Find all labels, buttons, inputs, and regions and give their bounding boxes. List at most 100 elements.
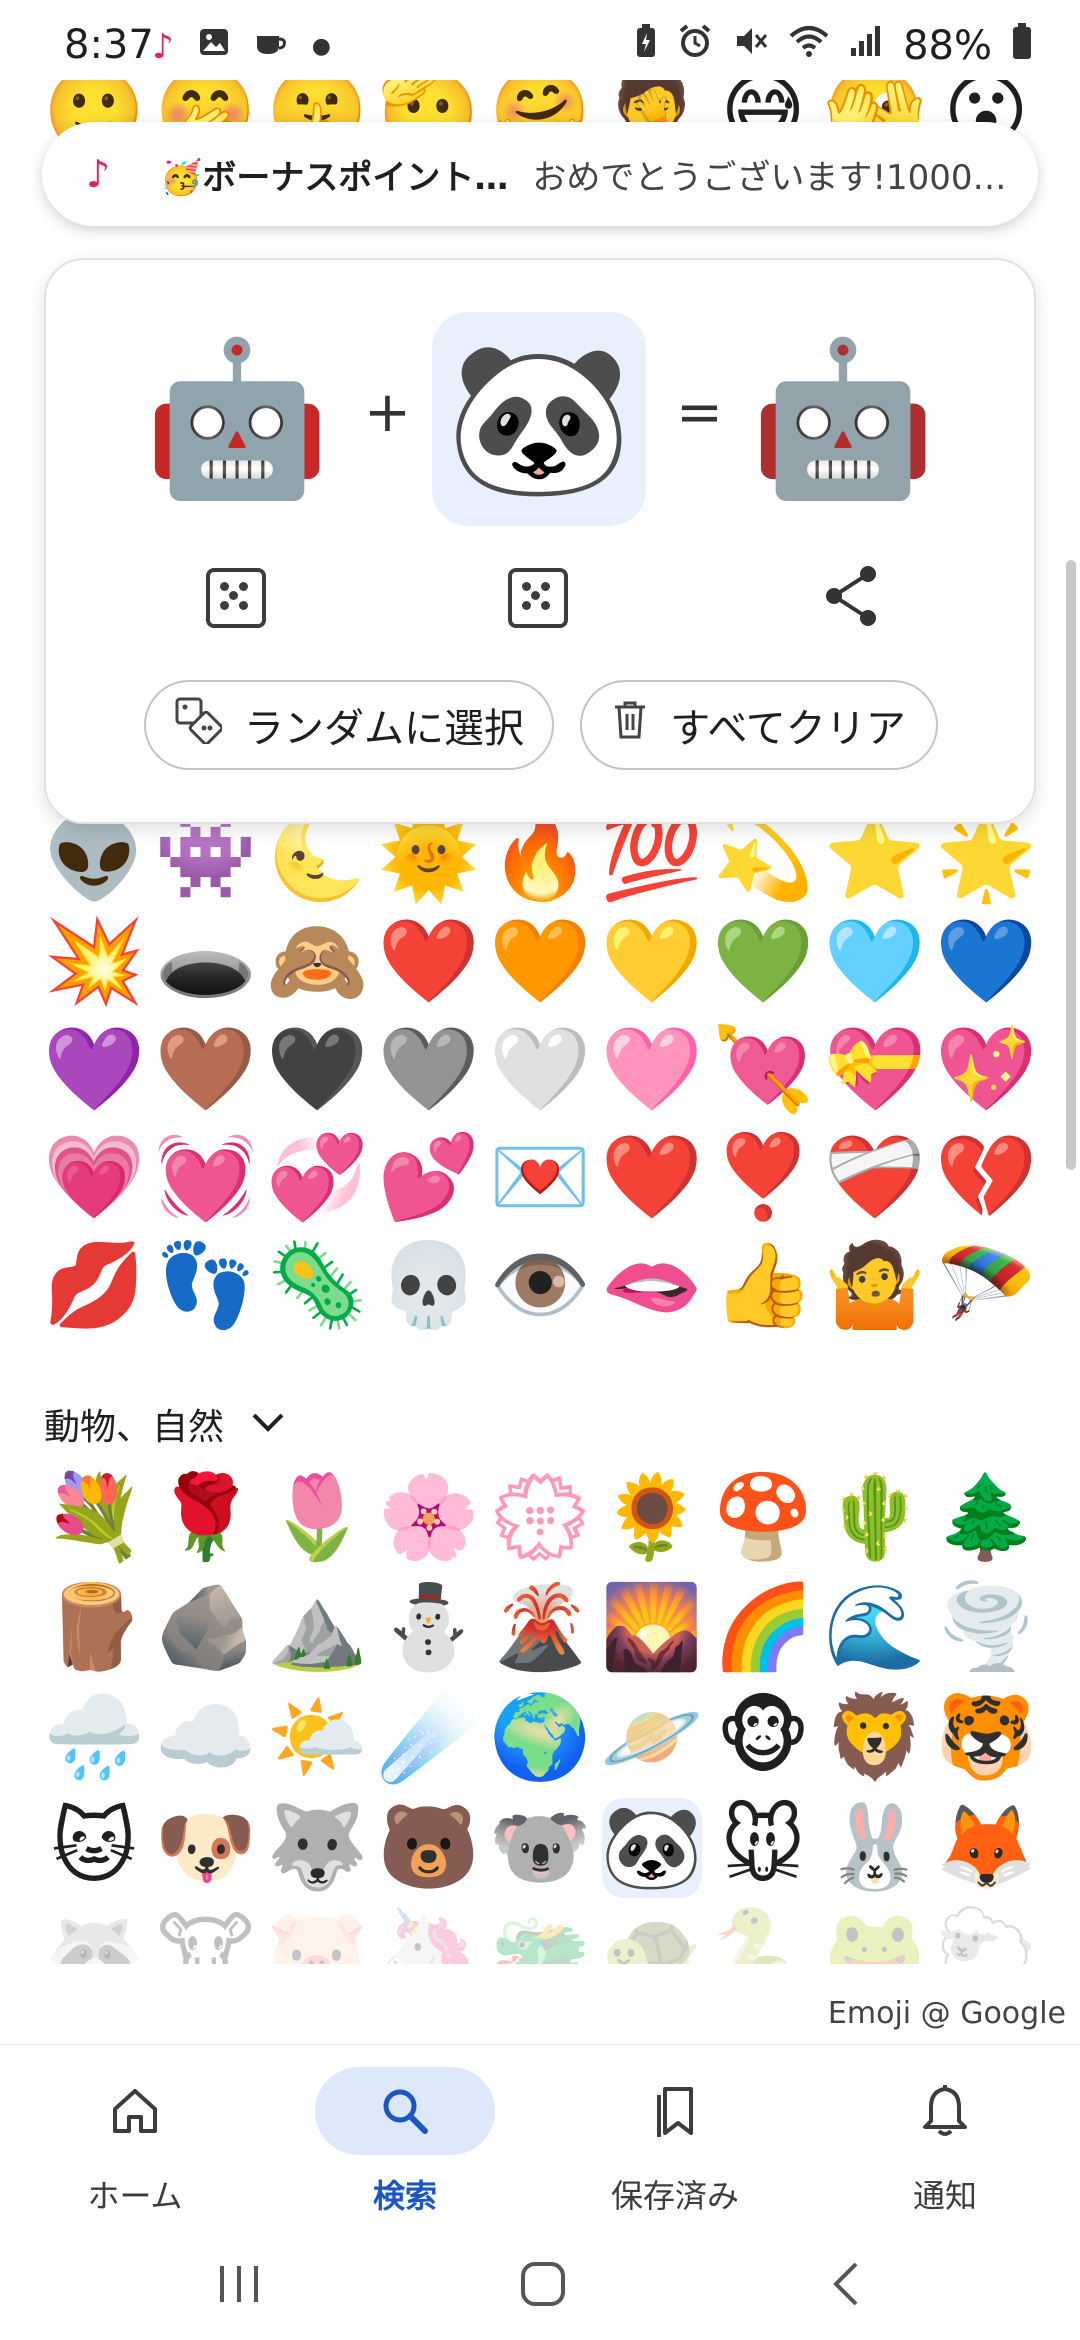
emoji-cell[interactable]: 💜 [43, 1020, 145, 1120]
emoji-cell[interactable]: 🫦 [600, 1236, 702, 1336]
emoji-cell[interactable]: ☁️ [154, 1688, 256, 1788]
emoji-cell[interactable]: 🐲 [489, 1902, 591, 1965]
emoji-cell[interactable]: 💘 [712, 1020, 814, 1120]
emoji-cell[interactable]: 🕳️ [154, 912, 256, 1012]
emoji-cell[interactable]: ☄️ [377, 1688, 479, 1788]
nav-search[interactable]: 検索 [305, 2067, 505, 2217]
emoji-cell[interactable]: 🌄 [600, 1578, 702, 1678]
emoji-cell[interactable]: 💋 [43, 1236, 145, 1336]
emoji-cell[interactable]: 🦝 [44, 1902, 145, 1965]
emoji-cell[interactable]: 🌤️ [266, 1688, 368, 1788]
emoji-cell[interactable]: 🐮 [156, 1902, 256, 1965]
left-emoji-slot[interactable]: 🤖 [130, 312, 344, 526]
random-select-button[interactable]: ランダムに選択 [144, 680, 554, 770]
emoji-cell[interactable]: 💞 [266, 1128, 368, 1228]
emoji-cell[interactable]: 🌪️ [935, 1578, 1037, 1678]
emoji-cell[interactable]: 🦄 [377, 1902, 479, 1965]
home-button-icon[interactable] [518, 2260, 568, 2312]
emoji-cell[interactable]: 💛 [600, 912, 702, 1012]
emoji-cell[interactable]: 👁️ [489, 1236, 591, 1336]
emoji-cell[interactable]: 🪵 [43, 1578, 145, 1678]
clear-all-button[interactable]: すべてクリア [580, 680, 938, 770]
back-icon[interactable] [822, 2260, 872, 2312]
emoji-cell[interactable]: 🌷 [266, 1468, 368, 1568]
emoji-cell[interactable]: 🌧️ [43, 1688, 145, 1788]
emoji-cell[interactable]: 💀 [377, 1236, 479, 1336]
emoji-cell[interactable]: 🦠 [266, 1236, 368, 1336]
emoji-cell[interactable]: 🌊 [823, 1578, 925, 1678]
emoji-cell[interactable]: 🌸 [377, 1468, 479, 1568]
emoji-cell[interactable]: 🩵 [823, 912, 925, 1012]
emoji-cell[interactable]: 🌹 [154, 1468, 256, 1568]
emoji-cell[interactable]: 🪂 [935, 1236, 1037, 1336]
emoji-cell[interactable]: 🐯 [935, 1688, 1037, 1788]
emoji-cell[interactable]: 🤷 [823, 1236, 925, 1336]
emoji-cell[interactable]: 🌍 [489, 1688, 591, 1788]
emoji-cell[interactable]: 🐱 [44, 1798, 144, 1898]
emoji-cell[interactable]: 🙈 [266, 912, 368, 1012]
emoji-cell[interactable]: 💚 [712, 912, 814, 1012]
emoji-cell[interactable]: ⛄ [377, 1578, 479, 1678]
scrollbar[interactable] [1066, 560, 1076, 1170]
emoji-cell[interactable]: 💌 [489, 1128, 591, 1228]
emoji-cell[interactable]: ❤️ [600, 1128, 702, 1228]
emoji-cell[interactable]: 🐺 [266, 1798, 368, 1898]
nav-notifications[interactable]: 通知 [845, 2067, 1045, 2217]
emoji-cell[interactable]: 🪐 [600, 1688, 702, 1788]
emoji-cell[interactable]: 🌋 [489, 1578, 591, 1678]
nav-saved[interactable]: 保存済み [575, 2067, 775, 2217]
emoji-cell[interactable]: 🦁 [823, 1688, 925, 1788]
emoji-cell[interactable]: 🌈 [712, 1578, 814, 1678]
emoji-cell[interactable]: 🐭 [713, 1798, 813, 1898]
emoji-cell[interactable]: 🌻 [600, 1468, 702, 1568]
right-emoji-slot[interactable]: 🐼 [432, 312, 646, 526]
emoji-cell-selected[interactable]: 🐼 [600, 1798, 703, 1898]
emoji-cell[interactable]: 🤎 [154, 1020, 256, 1120]
emoji-cell[interactable]: 💖 [935, 1020, 1037, 1120]
emoji-cell[interactable]: ❤️‍🩹 [823, 1128, 925, 1228]
emoji-cell[interactable]: 💙 [935, 912, 1037, 1012]
emoji-cell[interactable]: 🐶 [154, 1798, 256, 1898]
emoji-cell[interactable]: 🩷 [600, 1020, 702, 1120]
notification-banner[interactable]: ♪ 🥳ボーナスポイント… おめでとうございます!1000… [42, 122, 1038, 226]
emoji-cell[interactable]: 🖤 [266, 1020, 368, 1120]
emoji-cell[interactable]: 🌵 [823, 1468, 925, 1568]
randomize-left-dice-icon[interactable] [206, 568, 266, 628]
emoji-cell[interactable]: 🐢 [600, 1902, 702, 1965]
emoji-cell[interactable]: 🐨 [489, 1798, 591, 1898]
emoji-cell[interactable]: 🩶 [377, 1020, 479, 1120]
emoji-cell[interactable]: 💕 [377, 1128, 479, 1228]
emoji-cell[interactable]: 💓 [154, 1128, 256, 1228]
emoji-cell[interactable]: 💥 [43, 912, 145, 1012]
nav-home[interactable]: ホーム [35, 2067, 235, 2217]
emoji-cell[interactable]: ❤️ [377, 912, 479, 1012]
result-emoji[interactable]: 🤖 [736, 312, 950, 526]
emoji-cell[interactable]: ❣️ [712, 1128, 814, 1228]
emoji-cell[interactable]: 🐻 [377, 1798, 479, 1898]
emoji-cell[interactable]: 🐸 [823, 1902, 925, 1965]
emoji-cell[interactable]: 💮 [489, 1468, 591, 1568]
randomize-right-dice-icon[interactable] [508, 568, 568, 628]
dot-icon: ● [311, 34, 331, 59]
emoji-cell[interactable]: 🦊 [935, 1798, 1037, 1898]
emoji-cell[interactable]: 💝 [823, 1020, 925, 1120]
emoji-cell[interactable]: 🪨 [154, 1578, 256, 1678]
emoji-cell[interactable]: 👣 [154, 1236, 256, 1336]
emoji-cell[interactable]: 💗 [43, 1128, 145, 1228]
emoji-cell[interactable]: 🐷 [266, 1902, 368, 1965]
emoji-cell[interactable]: 👍 [712, 1236, 814, 1336]
share-icon[interactable] [822, 564, 882, 632]
emoji-cell[interactable]: 💐 [43, 1468, 145, 1568]
emoji-cell[interactable]: 💔 [935, 1128, 1037, 1228]
emoji-cell[interactable]: 🤍 [489, 1020, 591, 1120]
recent-apps-icon[interactable] [214, 2260, 264, 2312]
emoji-cell[interactable]: 🐑 [935, 1902, 1036, 1965]
category-header[interactable]: 動物、自然 [44, 1398, 286, 1450]
emoji-cell[interactable]: 🧡 [489, 912, 591, 1012]
emoji-cell[interactable]: 🐵 [713, 1688, 813, 1788]
emoji-cell[interactable]: 🍄 [712, 1468, 814, 1568]
emoji-cell[interactable]: 🐍 [712, 1902, 814, 1965]
emoji-cell[interactable]: ⛰️ [266, 1578, 368, 1678]
emoji-cell[interactable]: 🌲 [935, 1468, 1037, 1568]
emoji-cell[interactable]: 🐰 [823, 1798, 925, 1898]
